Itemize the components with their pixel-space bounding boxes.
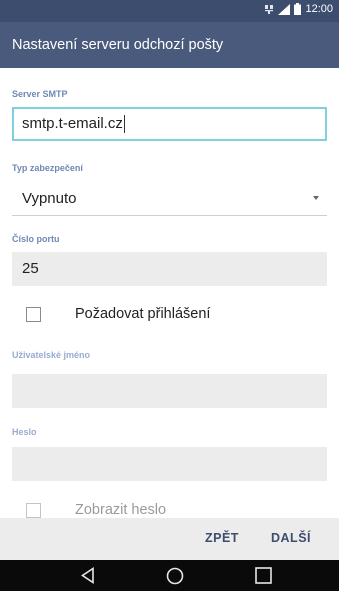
back-button[interactable]: ZPĚT — [205, 531, 239, 545]
dropdown-arrow-icon — [313, 196, 319, 200]
require-login-label: Požadovat přihlášení — [75, 306, 211, 322]
password-input[interactable] — [12, 447, 327, 481]
port-value: 25 — [22, 260, 39, 277]
page-title: Nastavení serveru odchozí pošty — [12, 37, 224, 53]
app-bar: Nastavení serveru odchozí pošty — [0, 22, 339, 68]
back-icon[interactable] — [81, 567, 95, 584]
text-cursor — [123, 115, 125, 134]
security-label: Typ zabezpečení — [12, 163, 83, 173]
port-input[interactable]: 25 — [12, 252, 327, 286]
port-label: Číslo portu — [12, 234, 60, 244]
footer-bar: ZPĚT DALŠÍ — [0, 518, 339, 560]
server-label: Server SMTP — [12, 89, 68, 99]
password-label: Heslo — [12, 427, 37, 437]
security-value: Vypnuto — [22, 190, 77, 207]
server-input[interactable]: smtp.t-email.cz — [12, 107, 327, 141]
home-icon[interactable] — [166, 567, 184, 585]
signal-icon — [278, 3, 291, 15]
status-bar: 12:00 — [0, 0, 339, 22]
username-input[interactable] — [12, 374, 327, 408]
username-label: Uživatelské jméno — [12, 350, 91, 360]
status-time: 12:00 — [305, 3, 333, 15]
security-select[interactable]: Vypnuto — [12, 182, 327, 216]
recents-icon[interactable] — [255, 567, 272, 584]
navigation-bar — [0, 560, 339, 591]
server-value: smtp.t-email.cz — [22, 115, 123, 132]
next-button[interactable]: DALŠÍ — [271, 531, 311, 545]
battery-icon — [294, 3, 302, 15]
show-password-checkbox[interactable] — [26, 503, 41, 518]
show-password-label: Zobrazit heslo — [75, 502, 167, 518]
network-icon — [265, 4, 274, 14]
require-login-checkbox[interactable] — [26, 307, 41, 322]
